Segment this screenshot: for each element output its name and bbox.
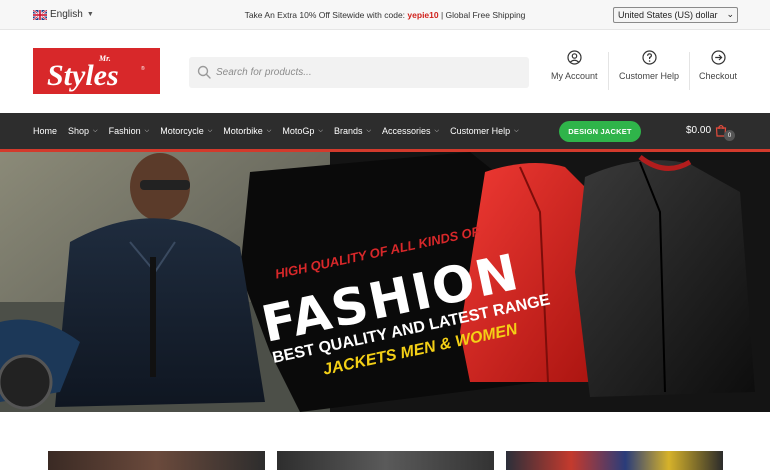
chevron-down-icon: ⌄	[726, 9, 734, 19]
cart-link[interactable]: $0.00 0	[686, 124, 735, 141]
promo-suffix: | Global Free Shipping	[438, 10, 526, 20]
checkout-label: Checkout	[699, 71, 738, 81]
currency-value: United States (US) dollar	[618, 10, 718, 20]
search-input[interactable]	[216, 63, 516, 82]
nav-item-label: MotoGp	[282, 126, 315, 136]
customer-help-link[interactable]: Customer Help	[619, 50, 679, 96]
nav-item-motogp[interactable]: MotoGp ⌵	[282, 126, 323, 136]
nav-item-label: Home	[33, 126, 58, 136]
search-icon	[197, 65, 211, 79]
my-account-label: My Account	[551, 71, 598, 81]
currency-select[interactable]: United States (US) dollar ⌄	[613, 7, 738, 23]
chevron-down-icon: ⌵	[93, 127, 98, 134]
checkout-link[interactable]: Checkout	[699, 50, 737, 96]
nav-menu: Home Shop ⌵ Fashion ⌵ Motorcycle ⌵ Motorbik…	[33, 113, 530, 149]
model-leather-jacket	[55, 218, 265, 407]
promo-prefix: Take An Extra 10% Off Sitewide with code…	[244, 10, 408, 20]
chevron-down-icon: ⌵	[514, 127, 519, 134]
nav-item-brands[interactable]: Brands ⌵	[334, 126, 371, 136]
logo-wordmark: Mr. Styles ®	[47, 54, 145, 92]
my-account-link[interactable]: My Account	[551, 50, 598, 96]
nav-item-label: Motorbike	[223, 126, 263, 136]
hero-banner[interactable]: HIGH QUALITY OF ALL KINDS OF FASHION BES…	[0, 152, 770, 412]
help-icon	[641, 50, 657, 65]
chevron-down-icon: ⌵	[318, 127, 323, 134]
site-logo[interactable]: Mr. Styles ®	[33, 48, 160, 94]
chevron-down-icon: ⌵	[144, 127, 150, 134]
nav-item-motorcycle[interactable]: Motorcycle ⌵	[160, 126, 212, 136]
search-bar[interactable]	[189, 57, 529, 88]
nav-item-home[interactable]: Home	[33, 126, 57, 136]
nav-item-label: Customer Help	[450, 126, 511, 136]
nav-item-label: Brands	[333, 126, 363, 136]
main-nav: Home Shop ⌵ Fashion ⌵ Motorcycle ⌵ Motorbik…	[0, 113, 770, 149]
design-jacket-button[interactable]: DESIGN JACKET	[559, 121, 641, 142]
category-thumbnail[interactable]	[506, 451, 723, 470]
site-header: Mr. Styles ® My Account Customer Help	[0, 30, 770, 113]
user-icon	[567, 50, 582, 65]
header-divider	[689, 52, 690, 90]
customer-help-label: Customer Help	[619, 71, 680, 81]
promo-code: yepie10	[407, 10, 439, 20]
svg-text:®: ®	[141, 65, 145, 72]
category-thumbnail[interactable]	[48, 451, 265, 470]
chevron-down-icon: ⌵	[266, 127, 272, 134]
nav-item-label: Shop	[68, 126, 90, 136]
nav-item-label: Fashion	[108, 126, 141, 136]
nav-item-accessories[interactable]: Accessories ⌵	[382, 126, 439, 136]
chevron-down-icon: ⌵	[366, 127, 372, 134]
chevron-down-icon: ⌵	[207, 127, 213, 134]
nav-item-motorbike[interactable]: Motorbike ⌵	[223, 126, 271, 136]
header-divider	[608, 52, 609, 90]
category-thumbnail[interactable]	[277, 451, 494, 470]
nav-item-shop[interactable]: Shop ⌵	[68, 126, 98, 136]
cart-count-badge: 0	[724, 130, 735, 141]
arrow-right-icon	[710, 50, 726, 65]
nav-item-customer-help[interactable]: Customer Help ⌵	[450, 126, 519, 136]
svg-text:Styles: Styles	[47, 59, 119, 92]
chevron-down-icon: ⌵	[434, 127, 440, 134]
hero-graphic: HIGH QUALITY OF ALL KINDS OF FASHION BES…	[0, 152, 770, 412]
nav-item-fashion[interactable]: Fashion ⌵	[109, 126, 150, 136]
nav-item-label: Motorcycle	[160, 126, 204, 136]
top-bar: English ▼ Take An Extra 10% Off Sitewide…	[0, 0, 770, 30]
nav-item-label: Accessories	[382, 126, 431, 136]
cart-total: $0.00	[686, 125, 712, 136]
